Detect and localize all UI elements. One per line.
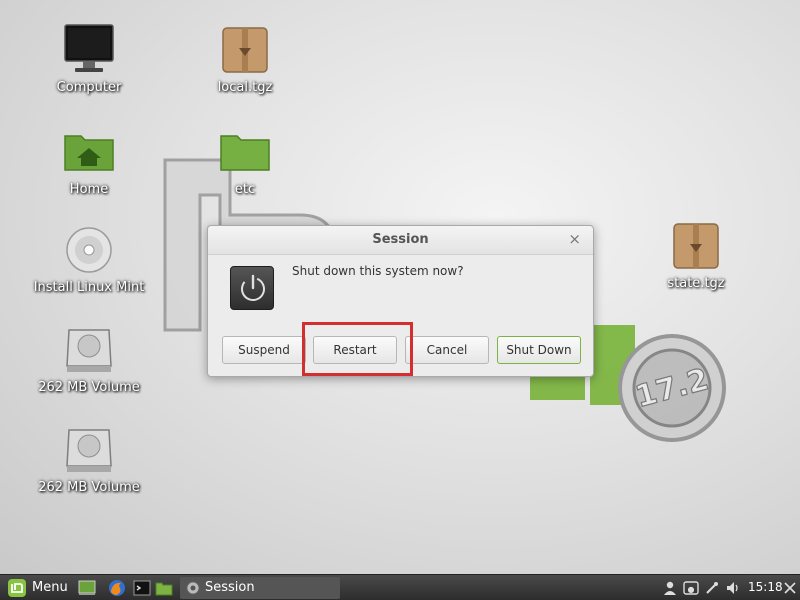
monitor-icon: [64, 24, 114, 72]
taskbar-task-session[interactable]: Session: [180, 577, 340, 599]
desktop-icon-label: state.tgz: [667, 276, 725, 291]
mint-logo-icon: [8, 579, 26, 597]
svg-text:●: ●: [688, 585, 695, 594]
folder-icon: [220, 135, 270, 171]
cd-icon: [66, 227, 112, 273]
power-icon: [230, 266, 274, 310]
volume-icon[interactable]: [725, 580, 741, 596]
home-folder-icon: [64, 135, 114, 171]
desktop-icon-label: etc: [234, 182, 256, 197]
cancel-button[interactable]: Cancel: [405, 336, 489, 364]
desktop-icon-label: Install Linux Mint: [33, 280, 145, 295]
firefox-icon[interactable]: [108, 579, 126, 597]
close-icon[interactable]: ×: [568, 230, 581, 248]
desktop-icon-label: Home: [69, 182, 109, 197]
desktop-icon-volume-2[interactable]: 262 MB Volume: [29, 422, 149, 495]
restart-button[interactable]: Restart: [313, 336, 397, 364]
suspend-button[interactable]: Suspend: [222, 336, 306, 364]
desktop-icon-state-tgz[interactable]: state.tgz: [636, 218, 756, 291]
menu-button[interactable]: Menu: [4, 577, 70, 599]
task-label: Session: [205, 580, 255, 595]
dialog-title: Session: [372, 232, 429, 247]
files-icon[interactable]: [155, 579, 173, 597]
hard-drive-icon: [66, 429, 112, 472]
clock[interactable]: 15:18: [748, 580, 783, 594]
keyboard-layout-icon[interactable]: ●: [683, 580, 699, 596]
taskbar: Menu Session ● 15:18: [0, 574, 800, 600]
desktop-icon-install-linux-mint[interactable]: Install Linux Mint: [29, 222, 149, 295]
desktop-icon-etc[interactable]: etc: [185, 124, 305, 197]
hard-drive-icon: [66, 329, 112, 372]
desktop-icon-home[interactable]: Home: [29, 124, 149, 197]
desktop-icon-label: 262 MB Volume: [38, 380, 140, 395]
terminal-icon[interactable]: [133, 579, 151, 597]
desktop-icon-label: Computer: [56, 80, 122, 95]
update-manager-icon[interactable]: [704, 580, 720, 596]
desktop-icon-label: 262 MB Volume: [38, 480, 140, 495]
desktop-icon-computer[interactable]: Computer: [29, 22, 149, 95]
dialog-titlebar[interactable]: Session ×: [208, 226, 593, 255]
desktop-icon-label: local.tgz: [217, 80, 273, 95]
archive-icon: [222, 27, 268, 73]
menu-label: Menu: [32, 580, 68, 595]
dialog-message: Shut down this system now?: [292, 264, 464, 278]
session-dialog: Session × Shut down this system now? Sus…: [207, 225, 594, 377]
user-icon[interactable]: [662, 580, 678, 596]
desktop-icon-volume-1[interactable]: 262 MB Volume: [29, 322, 149, 395]
desktop-icon-local-tgz[interactable]: local.tgz: [185, 22, 305, 95]
show-desktop-icon[interactable]: [78, 579, 96, 597]
gear-icon: [186, 581, 200, 595]
network-icon[interactable]: [782, 580, 798, 596]
desktop: 17.2 Computer local.tgz Home etc Install…: [0, 0, 800, 574]
shut-down-button[interactable]: Shut Down: [497, 336, 581, 364]
archive-icon: [673, 223, 719, 269]
